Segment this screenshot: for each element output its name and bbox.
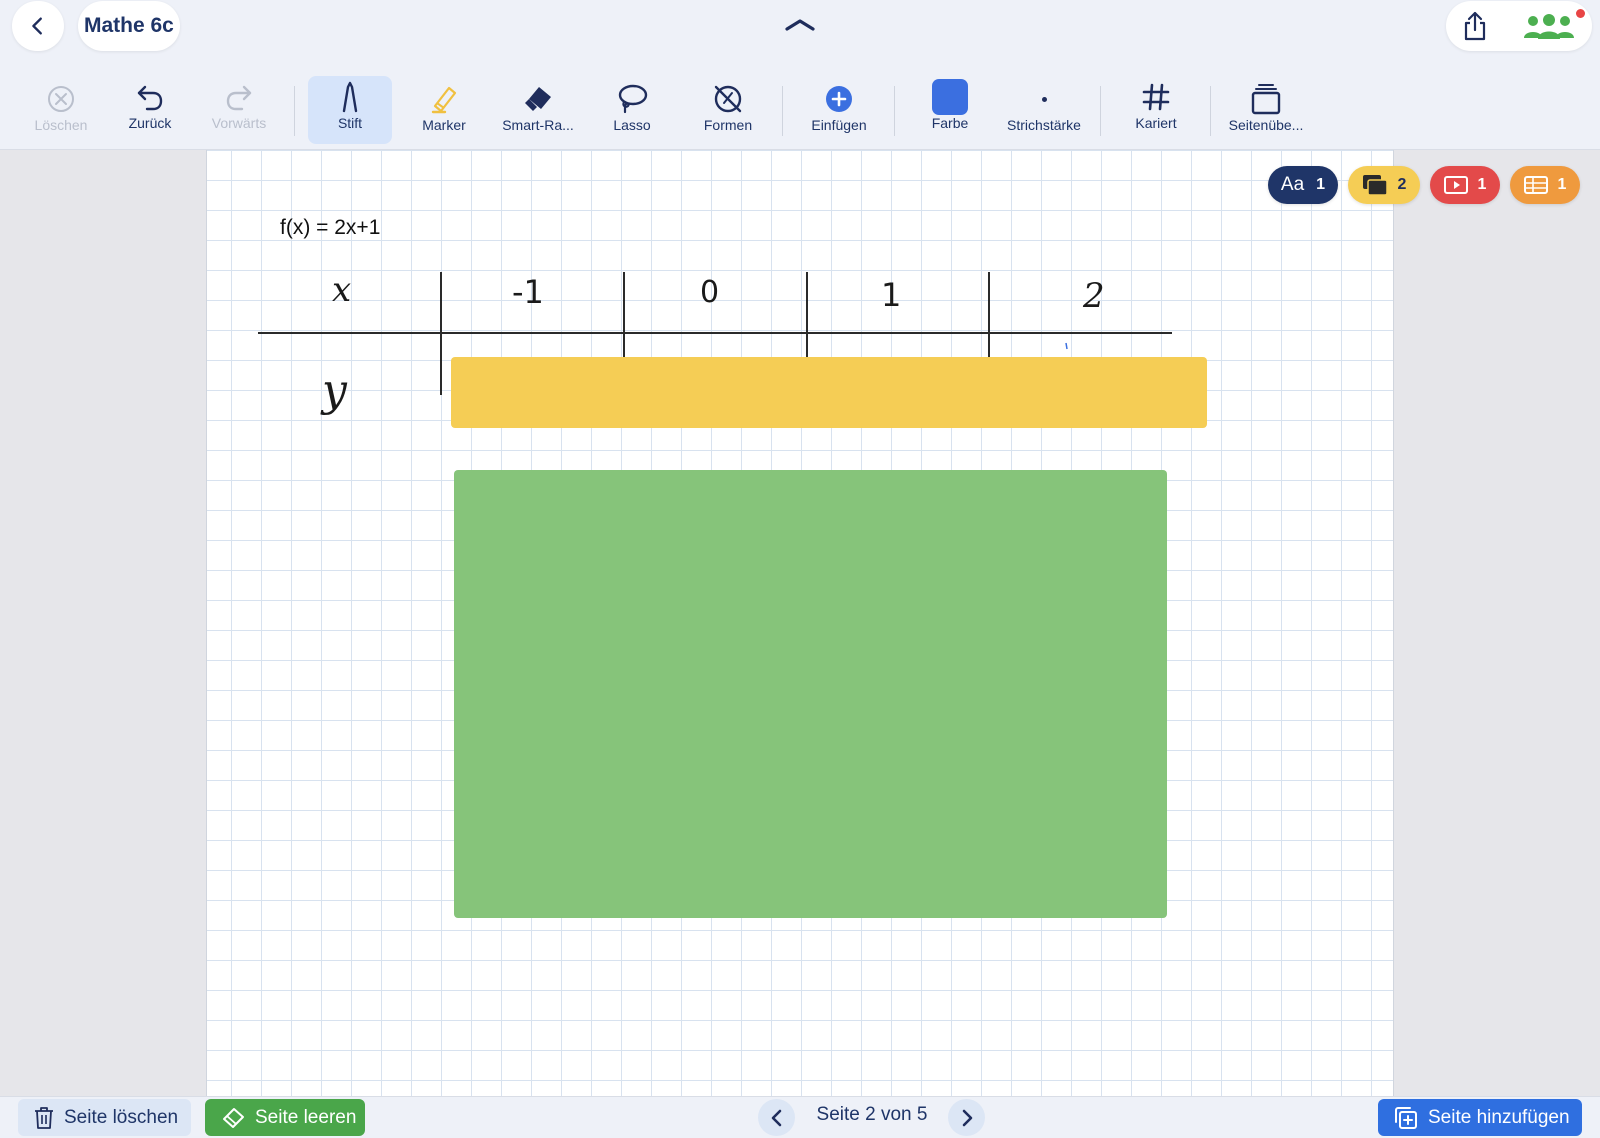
green-cover-block[interactable] xyxy=(454,470,1167,918)
delete-page-button[interactable]: Seite löschen xyxy=(18,1099,191,1136)
chevron-left-icon xyxy=(771,1109,781,1126)
text-icon: Aa xyxy=(1280,174,1305,195)
video-icon xyxy=(1443,176,1468,194)
table-x-value: 2 xyxy=(1082,276,1105,316)
cards-icon xyxy=(1362,175,1388,196)
add-page-button[interactable]: Seite hinzufügen xyxy=(1378,1099,1582,1136)
badge-count: 1 xyxy=(1477,176,1487,193)
badge-videos[interactable]: 1 xyxy=(1430,166,1500,204)
table-x-value: 0 xyxy=(700,275,719,310)
clear-page-label: Seite leeren xyxy=(255,1106,357,1128)
badge-count: 1 xyxy=(1557,176,1567,193)
next-page-button[interactable] xyxy=(948,1099,985,1136)
yellow-cover-block[interactable] xyxy=(451,357,1207,428)
badge-count: 2 xyxy=(1397,176,1407,193)
table-x-value: 1 xyxy=(881,276,901,314)
page-indicator: Seite 2 von 5 xyxy=(816,1104,928,1125)
chevron-right-icon xyxy=(962,1109,972,1126)
eraser-icon xyxy=(223,1107,244,1128)
badge-text-elements[interactable]: Aa 1 xyxy=(1268,166,1338,204)
clear-page-button[interactable]: Seite leeren xyxy=(205,1099,365,1136)
badge-tables[interactable]: 1 xyxy=(1510,166,1580,204)
stray-mark xyxy=(1065,342,1068,350)
badge-cards[interactable]: 2 xyxy=(1348,166,1420,204)
delete-page-label: Seite löschen xyxy=(64,1106,179,1128)
trash-icon xyxy=(35,1106,53,1129)
previous-page-button[interactable] xyxy=(758,1099,795,1136)
table-header-y: y xyxy=(320,365,348,416)
add-page-icon xyxy=(1395,1106,1417,1129)
add-page-label: Seite hinzufügen xyxy=(1428,1106,1570,1128)
table-header-x: x xyxy=(332,270,351,310)
badge-count: 1 xyxy=(1316,176,1326,193)
table-x-value: -1 xyxy=(512,273,544,311)
table-icon xyxy=(1523,176,1548,194)
